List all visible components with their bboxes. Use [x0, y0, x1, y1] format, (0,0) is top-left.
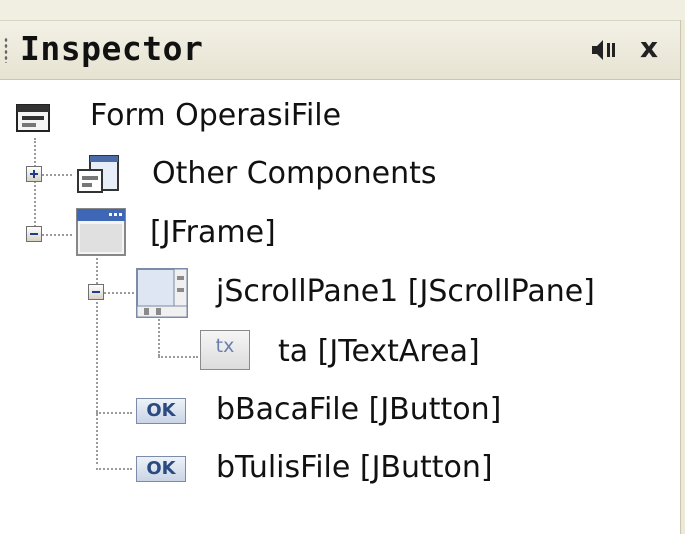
tree-line	[96, 412, 132, 414]
tree-line	[42, 234, 72, 236]
tree-line	[42, 174, 72, 176]
close-icon[interactable]: x	[640, 31, 658, 64]
tree-item-btulisfile[interactable]: bTulisFile [JButton]	[216, 450, 493, 486]
speaker-icon[interactable]	[588, 35, 618, 65]
tree-line	[34, 138, 36, 238]
collapse-minus-icon[interactable]	[88, 284, 104, 300]
textarea-icon: tx	[200, 330, 250, 370]
panel-title: Inspector	[20, 29, 204, 68]
panel-titlebar[interactable]: Inspector x	[0, 20, 685, 80]
expand-plus-icon[interactable]	[26, 166, 42, 182]
tree-item-other-components[interactable]: Other Components	[152, 156, 437, 192]
jframe-icon	[76, 208, 126, 260]
drag-grip-icon[interactable]	[4, 37, 8, 63]
tree-item-textarea[interactable]: ta [JTextArea]	[278, 334, 480, 370]
panel-right-border	[680, 20, 685, 534]
form-icon	[16, 104, 50, 136]
tree-item-bbacafile[interactable]: bBacaFile [JButton]	[216, 392, 501, 428]
inspector-panel: Inspector x Form OperasiFile Other Compo…	[0, 0, 685, 534]
button-ok-icon: OK	[136, 456, 186, 482]
tree-item-jframe[interactable]: [JFrame]	[150, 215, 276, 251]
components-icon	[76, 154, 122, 200]
tree-line	[158, 316, 160, 356]
top-strip	[0, 0, 685, 20]
button-ok-icon: OK	[136, 398, 186, 424]
tree-line	[96, 468, 132, 470]
tree-line	[158, 356, 198, 358]
tree-line	[104, 292, 134, 294]
collapse-minus-icon[interactable]	[26, 226, 42, 242]
tree-root-form[interactable]: Form OperasiFile	[90, 98, 341, 134]
scrollpane-icon	[136, 268, 188, 322]
tree-item-scrollpane[interactable]: jScrollPane1 [JScrollPane]	[216, 274, 595, 310]
